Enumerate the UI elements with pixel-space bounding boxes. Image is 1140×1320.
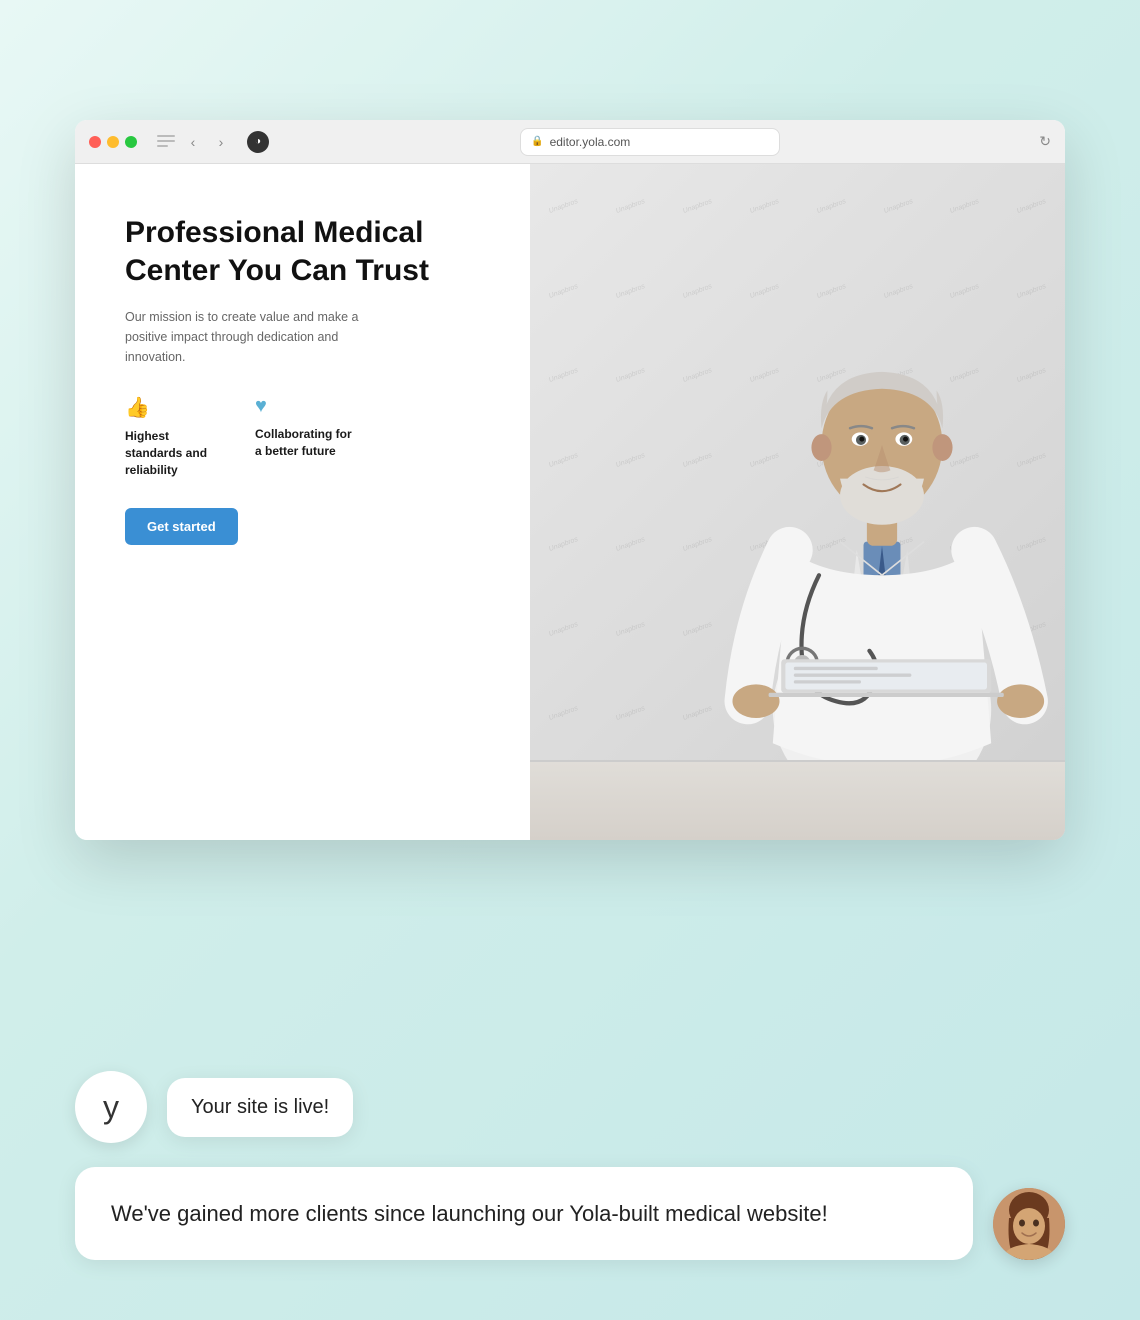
browser-controls: ‹ › [157, 132, 231, 152]
reload-button[interactable]: ↻ [1039, 133, 1051, 150]
yola-initial: y [103, 1089, 119, 1126]
traffic-lights [89, 136, 137, 148]
sidebar-toggle-icon[interactable] [157, 135, 175, 149]
browser-window: ‹ › ◑ 🔒 editor.yola.com ↻ Professional M… [75, 120, 1065, 840]
chat-area: y Your site is live! We've gained more c… [75, 1071, 1065, 1260]
doctor-image [672, 260, 1065, 840]
hero-subtitle: Our mission is to create value and make … [125, 307, 365, 367]
chat-bubble-row-1: y Your site is live! [75, 1071, 1065, 1143]
address-bar[interactable]: 🔒 editor.yola.com [520, 128, 780, 156]
close-button[interactable] [89, 136, 101, 148]
hero-left-panel: Professional Medical Center You Can Trus… [75, 164, 530, 840]
minimize-button[interactable] [107, 136, 119, 148]
hero-features: 👍 Highest standards and reliability ♥ Co… [125, 395, 490, 478]
thumbs-up-icon: 👍 [125, 395, 225, 420]
chat-bubble-row-2: We've gained more clients since launchin… [75, 1167, 1065, 1260]
address-bar-wrap: 🔒 editor.yola.com [281, 128, 1019, 156]
website-content: Professional Medical Center You Can Trus… [75, 164, 1065, 840]
yola-avatar: y [75, 1071, 147, 1143]
forward-button[interactable]: › [211, 132, 231, 152]
user-avatar [993, 1188, 1065, 1260]
back-button[interactable]: ‹ [183, 132, 203, 152]
brightness-icon: ◑ [247, 131, 269, 153]
lock-icon: 🔒 [531, 136, 543, 147]
feature-item-collaborating: ♥ Collaborating for a better future [255, 395, 355, 478]
heart-icon: ♥ [255, 395, 355, 418]
feature-label-collaborating: Collaborating for a better future [255, 426, 355, 460]
desk-surface [530, 760, 1065, 840]
feature-item-standards: 👍 Highest standards and reliability [125, 395, 225, 478]
chat-bubble-1-text: Your site is live! [191, 1096, 329, 1118]
maximize-button[interactable] [125, 136, 137, 148]
chat-bubble-2-text: We've gained more clients since launchin… [111, 1201, 828, 1226]
get-started-button[interactable]: Get started [125, 508, 238, 545]
chat-bubble-2: We've gained more clients since launchin… [75, 1167, 973, 1260]
hero-right-panel: Unapbros Unapbros Unapbros Unapbros Unap… [530, 164, 1065, 840]
chat-bubble-1: Your site is live! [167, 1078, 353, 1137]
browser-chrome: ‹ › ◑ 🔒 editor.yola.com ↻ [75, 120, 1065, 164]
feature-label-standards: Highest standards and reliability [125, 428, 225, 478]
hero-title: Professional Medical Center You Can Trus… [125, 214, 490, 289]
url-text: editor.yola.com [550, 135, 631, 149]
